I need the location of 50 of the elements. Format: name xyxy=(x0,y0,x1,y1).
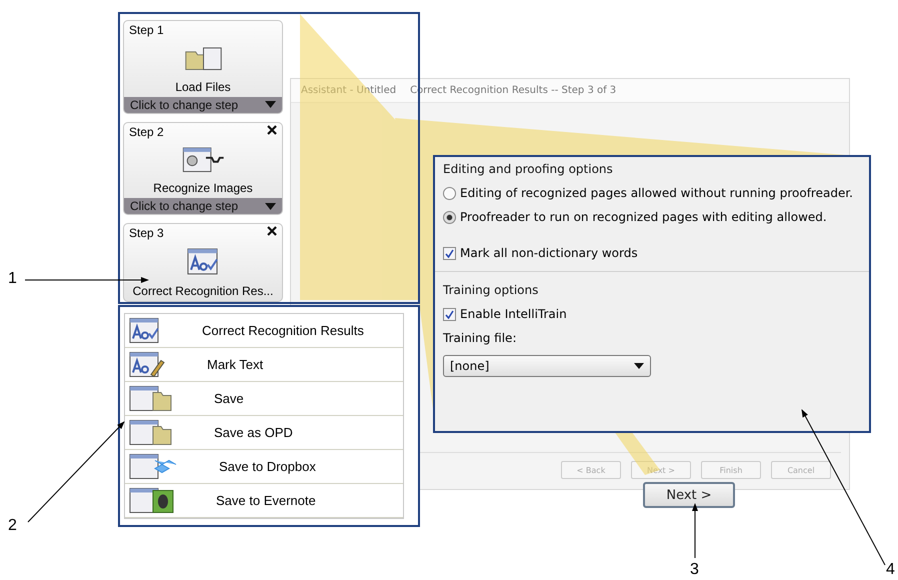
caret-icon xyxy=(265,101,276,108)
step-title: Step 1 xyxy=(129,23,164,37)
caret-icon xyxy=(634,363,644,369)
radio-label: Proofreader to run on recognized pages with editing allowed. xyxy=(460,210,827,224)
group-title: Training options xyxy=(443,283,540,297)
menu-item[interactable]: Mark Text xyxy=(125,348,403,382)
radio-button[interactable] xyxy=(443,210,456,224)
callout-number: 4 xyxy=(886,561,895,579)
close-icon[interactable] xyxy=(267,226,277,236)
next-button[interactable]: Next > xyxy=(643,482,735,508)
checkbox-label: Enable IntelliTrain xyxy=(460,307,567,321)
callout-arrow xyxy=(692,503,698,558)
menu-item[interactable]: Save as OPD xyxy=(125,416,403,450)
menu-item[interactable]: Correct Recognition Results xyxy=(125,314,403,348)
menu-item-label: Save xyxy=(214,391,244,406)
menu-item[interactable]: Save to Evernote xyxy=(125,484,403,518)
field-label: Training file: xyxy=(443,331,518,345)
menu-item-label: Save as OPD xyxy=(214,425,293,440)
change-step-text: Click to change step xyxy=(130,199,238,213)
step-title: Step 2 xyxy=(129,124,164,138)
group-title: Editing and proofing options xyxy=(443,162,614,176)
training-file-dropdown[interactable]: [none] xyxy=(443,355,651,377)
callout-number: 3 xyxy=(690,561,699,579)
step-card[interactable]: Step 1 Load Files Click to change step xyxy=(123,20,283,114)
step-title: Step 3 xyxy=(129,226,164,240)
menu-item[interactable]: Save xyxy=(125,382,403,416)
step-card[interactable]: Step 3 Correct Recognition Res... xyxy=(123,223,283,302)
step-card[interactable]: Step 2 Recognize Images Click to change step xyxy=(123,122,283,215)
callout-number: 1 xyxy=(8,270,17,288)
change-step-text: Click to change step xyxy=(130,98,238,112)
menu-item-label: Save to Evernote xyxy=(216,493,316,508)
step-label: Load Files xyxy=(175,78,231,96)
change-step-bar[interactable]: Click to change step xyxy=(124,96,282,112)
menu-item[interactable]: Save to Dropbox xyxy=(125,450,403,484)
menu-item-label: Save to Dropbox xyxy=(219,459,316,474)
close-icon[interactable] xyxy=(267,124,277,134)
text-window-icon xyxy=(129,350,165,378)
checkbox-label: Mark all non-dictionary words xyxy=(460,246,638,260)
change-step-bar[interactable]: Click to change step xyxy=(124,198,282,214)
checkbox[interactable] xyxy=(443,246,456,260)
step-label: Recognize Images xyxy=(153,180,253,197)
radio-label: Editing of recognized pages allowed without running proofreader. xyxy=(460,186,853,200)
callout-number: 2 xyxy=(8,517,17,535)
radio-button[interactable] xyxy=(443,186,456,200)
caret-icon xyxy=(265,202,276,210)
checkbox[interactable] xyxy=(443,308,456,320)
text-window-icon xyxy=(129,316,160,344)
menu-item-label: Correct Recognition Results xyxy=(202,323,364,338)
menu-item-label: Mark Text xyxy=(207,357,264,372)
step-label: Correct Recognition Res... xyxy=(132,283,274,300)
